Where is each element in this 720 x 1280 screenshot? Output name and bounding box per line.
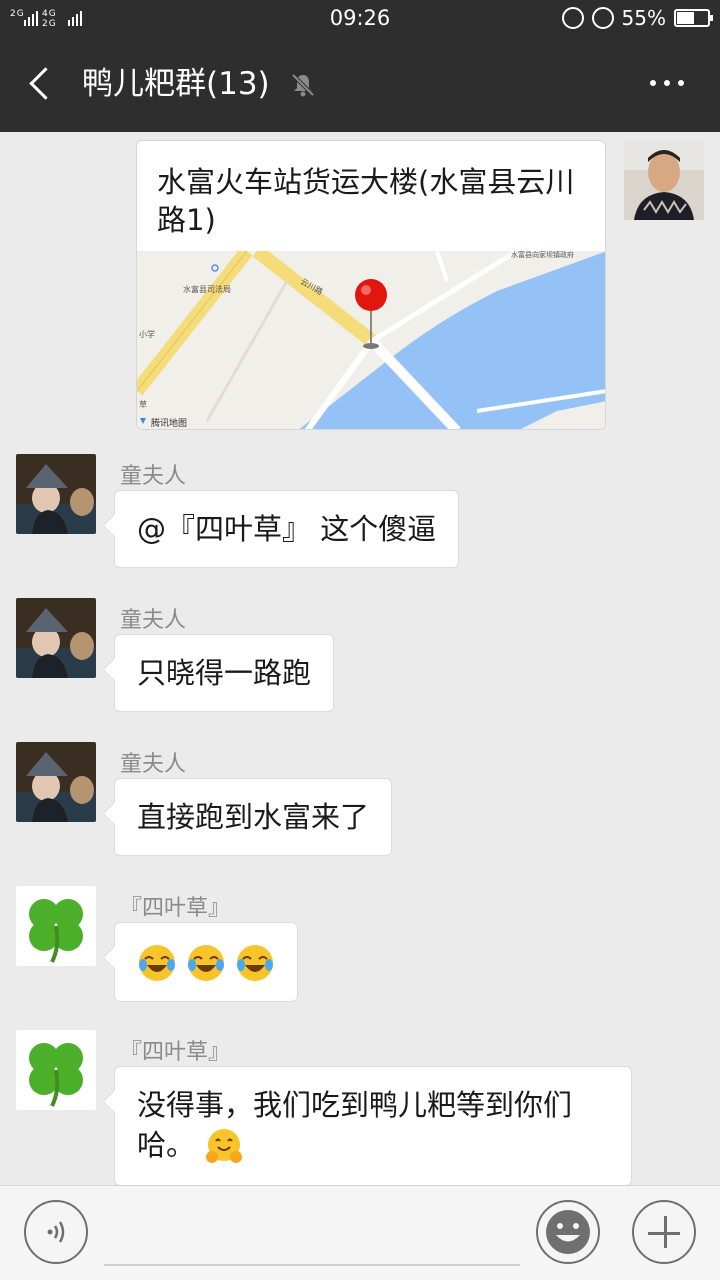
back-button[interactable] <box>22 62 62 106</box>
message-input[interactable] <box>104 1206 520 1266</box>
battery-fill <box>677 12 694 24</box>
sender-name: 童夫人 <box>120 464 187 489</box>
alarm-icon <box>591 7 614 29</box>
more-options-button[interactable] <box>650 80 684 86</box>
message-text: 没得事，我们吃到鸭儿粑等到你们哈。 <box>137 1088 573 1162</box>
my-avatar[interactable] <box>624 140 704 220</box>
avatar-tong[interactable] <box>16 598 96 678</box>
input-bar <box>0 1185 720 1280</box>
mute-notifications-icon <box>291 73 315 97</box>
message-bubble[interactable]: @『四叶草』 这个傻逼 <box>114 490 460 568</box>
location-title: 水富火车站货运大楼(水富县云川路1) <box>157 165 575 237</box>
sender-name: 『四叶草』 <box>120 1040 231 1065</box>
message-bubble[interactable]: 直接跑到水富来了 <box>114 778 393 856</box>
message-bubble[interactable]: 没得事，我们吃到鸭儿粑等到你们哈。 <box>114 1066 632 1185</box>
laugh-cry-emoji-icon <box>139 945 175 981</box>
location-pin-icon <box>355 279 387 311</box>
battery-icon <box>674 9 713 27</box>
map-court-label: 水富县司法局 <box>183 284 231 294</box>
location-message[interactable]: 水富火车站货运大楼(水富县云川路1) 云川路 水富县司法局 小学 水富县向家坝镇… <box>136 140 606 430</box>
status-bar: 2G 4G 2G 09:26 55% <box>0 0 720 36</box>
avatar-tong[interactable] <box>16 454 96 534</box>
rotation-lock-icon <box>561 7 584 29</box>
avatar-clover[interactable] <box>16 886 96 966</box>
map-gov-label: 水富县向家坝镇政府 <box>511 251 574 259</box>
more-functions-button[interactable] <box>632 1200 696 1264</box>
laugh-cry-emoji-icon <box>237 945 274 981</box>
battery-percent: 55% <box>621 6 666 30</box>
map-school-label: 小学 <box>139 329 155 339</box>
message-bubble[interactable] <box>114 922 299 1002</box>
chat-header: 鸭儿粑群(13) <box>0 36 720 132</box>
chat-title: 鸭儿粑群(13) <box>82 66 270 102</box>
map-preview[interactable]: 云川路 水富县司法局 小学 水富县向家坝镇政府 草 腾讯地图 <box>137 251 605 429</box>
sender-name: 『四叶草』 <box>120 896 231 921</box>
voice-icon <box>47 1221 65 1243</box>
sender-name: 童夫人 <box>120 608 187 633</box>
sender-name: 童夫人 <box>120 752 187 777</box>
map-grass-label: 草 <box>139 399 147 409</box>
message-bubble[interactable]: 只晓得一路跑 <box>114 634 335 712</box>
voice-input-button[interactable] <box>24 1200 88 1264</box>
message-list[interactable]: 水富火车站货运大楼(水富县云川路1) 云川路 水富县司法局 小学 水富县向家坝镇… <box>0 132 720 1185</box>
smiley-icon <box>546 1210 590 1254</box>
emoji-button[interactable] <box>536 1200 600 1264</box>
map-provider-label: 腾讯地图 <box>151 417 187 429</box>
avatar-tong[interactable] <box>16 742 96 822</box>
laugh-cry-emoji-icon <box>188 945 225 981</box>
hug-emoji-icon <box>206 1129 243 1163</box>
avatar-clover[interactable] <box>16 1030 96 1110</box>
